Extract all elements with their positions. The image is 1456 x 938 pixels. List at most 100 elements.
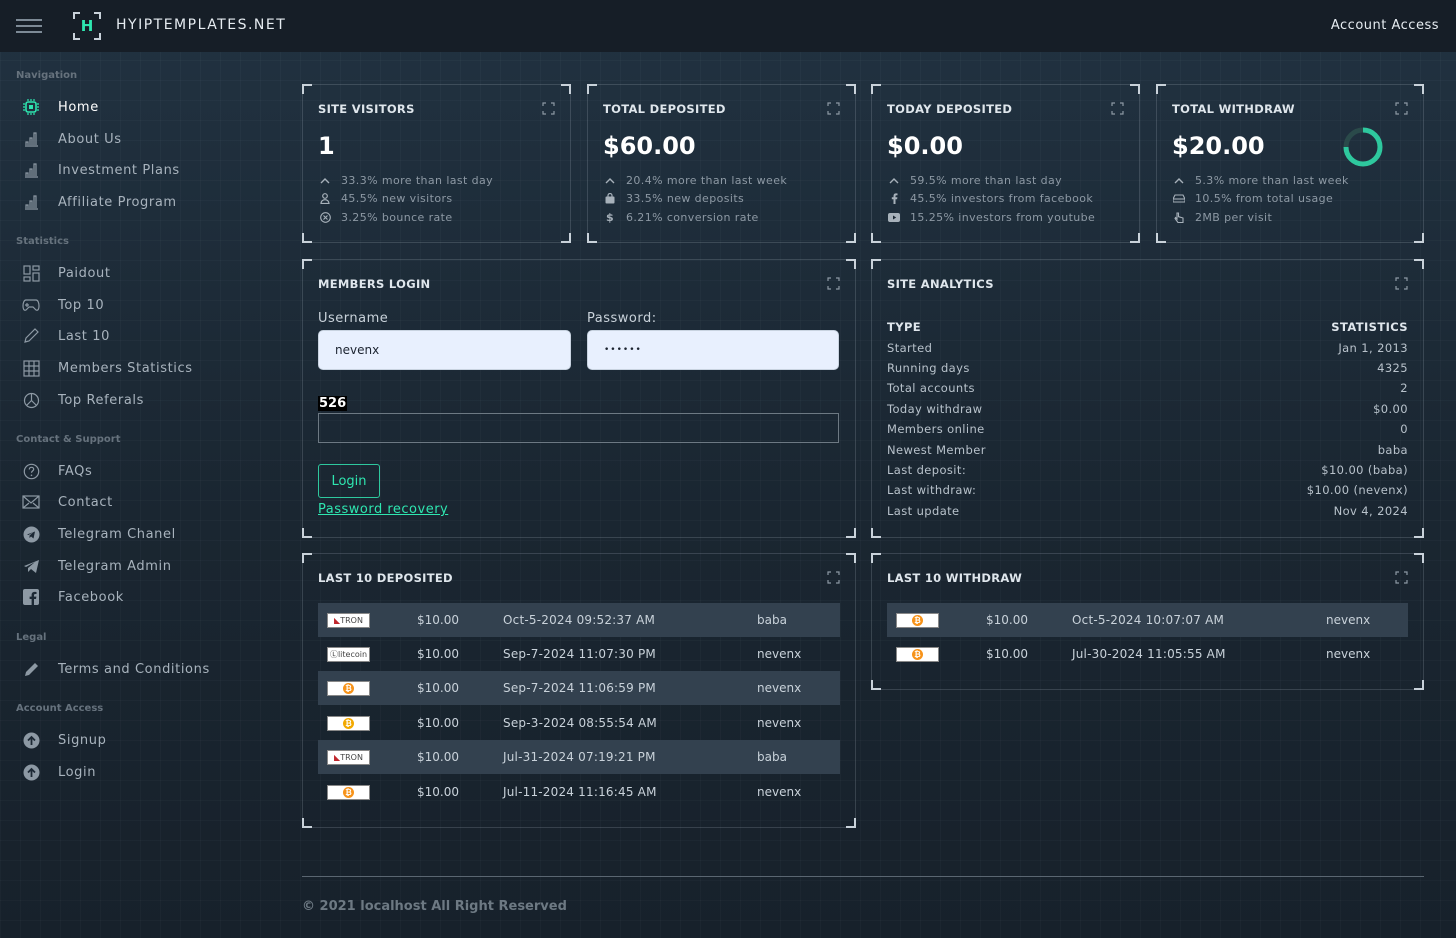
- bar-chart-icon: [20, 129, 42, 149]
- tron-logo: ◣ TRON: [327, 750, 370, 765]
- stat-line: 45.5% investors from facebook: [887, 192, 1093, 205]
- menu-toggle-icon[interactable]: [16, 19, 42, 33]
- sidebar-item-telegram-chanel[interactable]: Telegram Chanel: [20, 522, 176, 546]
- last-withdraws-card: LAST 10 WITHDRAW ₿ $10.00 Oct-5-2024 10:…: [871, 553, 1424, 690]
- sidebar-item-terms[interactable]: Terms and Conditions: [20, 657, 210, 681]
- sidebar-item-top-10[interactable]: Top 10: [20, 293, 104, 317]
- password-label: Password:: [587, 311, 657, 326]
- table-row: ₿ $10.00 Sep-7-2024 11:06:59 PM nevenx: [318, 671, 840, 705]
- card-title: TODAY DEPOSITED: [887, 102, 1013, 116]
- site-analytics-card: SITE ANALYTICS TYPE STATISTICS Started Jan…: [871, 259, 1424, 538]
- members-login-card: MEMBERS LOGIN Username nevenx Password: …: [302, 259, 856, 538]
- account-access-link[interactable]: Account Access: [1331, 18, 1439, 33]
- sidebar-item-contact[interactable]: Contact: [20, 490, 113, 514]
- chevron-up-icon: [603, 177, 617, 184]
- sidebar-item-paidout[interactable]: Paidout: [20, 261, 111, 285]
- logo[interactable]: H: [73, 12, 101, 40]
- analytics-row: Running days 4325: [887, 361, 1408, 375]
- password-input[interactable]: ••••••: [587, 330, 839, 370]
- section-account-access: Account Access: [16, 703, 104, 714]
- litecoin-logo: Ⓛlitecoin: [327, 647, 370, 662]
- table-row: ₿ $10.00 Sep-3-2024 08:55:54 AM nevenx: [318, 706, 840, 740]
- stat-card-today-deposited: TODAY DEPOSITED $0.00 59.5% more than la…: [871, 84, 1140, 243]
- expand-icon[interactable]: [827, 571, 840, 584]
- last-deposits-card: LAST 10 DEPOSITED ◣ TRON $10.00 Oct-5-202…: [302, 553, 856, 828]
- dollar-icon: $: [605, 211, 615, 224]
- card-title: SITE VISITORS: [318, 102, 415, 116]
- bar-chart-icon: [20, 160, 42, 180]
- card-title: LAST 10 WITHDRAW: [887, 571, 1023, 585]
- expand-icon[interactable]: [1395, 102, 1408, 115]
- login-button[interactable]: Login: [318, 464, 380, 498]
- brand-name[interactable]: HYIPTEMPLATES.NET: [116, 17, 286, 33]
- stat-line: 3.25% bounce rate: [318, 211, 453, 224]
- gamepad-icon: [20, 295, 42, 315]
- stat-line: 33.5% new deposits: [603, 192, 744, 205]
- bar-chart-icon: [20, 192, 42, 212]
- sidebar-item-investment-plans[interactable]: Investment Plans: [20, 158, 180, 182]
- stat-line: 33.3% more than last day: [318, 174, 493, 187]
- expand-icon[interactable]: [827, 102, 840, 115]
- sidebar-item-faqs[interactable]: FAQs: [20, 459, 92, 483]
- table-row: Ⓛlitecoin $10.00 Sep-7-2024 11:07:30 PM …: [318, 637, 840, 671]
- stat-value: $60.00: [603, 132, 696, 160]
- stat-value: 1: [318, 132, 335, 160]
- analytics-row: Members online 0: [887, 422, 1408, 436]
- chevron-up-icon: [318, 177, 332, 184]
- send-icon: [20, 556, 42, 576]
- sidebar-item-members-statistics[interactable]: Members Statistics: [20, 356, 193, 380]
- x-circle-icon: [318, 212, 332, 223]
- chevron-up-icon: [1172, 177, 1186, 184]
- sidebar-item-about-us[interactable]: About Us: [20, 127, 122, 151]
- expand-icon[interactable]: [1395, 277, 1408, 290]
- facebook-icon: [20, 587, 42, 607]
- stat-card-site-visitors: SITE VISITORS 1 33.3% more than last day…: [302, 84, 571, 243]
- bitcoin-logo: ₿: [327, 681, 370, 696]
- analytics-row: Today withdraw $0.00: [887, 402, 1408, 416]
- section-legal: Legal: [16, 632, 47, 643]
- username-label: Username: [318, 311, 389, 326]
- expand-icon[interactable]: [827, 277, 840, 290]
- stat-line: 5.3% more than last week: [1172, 174, 1349, 187]
- bitcoin-logo: ₿: [327, 785, 370, 800]
- telegram-icon: [20, 524, 42, 544]
- expand-icon[interactable]: [542, 102, 555, 115]
- sidebar-item-telegram-admin[interactable]: Telegram Admin: [20, 554, 172, 578]
- stat-line: 2MB per visit: [1172, 211, 1272, 224]
- table-row: ◣ TRON $10.00 Oct-5-2024 09:52:37 AM baba: [318, 603, 840, 637]
- expand-icon[interactable]: [1111, 102, 1124, 115]
- card-title: TOTAL WITHDRAW: [1172, 102, 1295, 116]
- stat-card-total-deposited: TOTAL DEPOSITED $60.00 20.4% more than l…: [587, 84, 856, 243]
- username-input[interactable]: nevenx: [318, 330, 571, 370]
- sidebar-item-home[interactable]: Home: [20, 95, 99, 119]
- card-title: TOTAL DEPOSITED: [603, 102, 726, 116]
- table-row: ₿ $10.00 Jul-11-2024 11:16:45 AM nevenx: [318, 775, 840, 809]
- table-row: ₿ $10.00 Oct-5-2024 10:07:07 AM nevenx: [887, 603, 1408, 637]
- sidebar-item-login[interactable]: Login: [20, 760, 96, 784]
- expand-icon[interactable]: [1395, 571, 1408, 584]
- analytics-row: Last deposit: $10.00 (baba): [887, 463, 1408, 477]
- section-statistics: Statistics: [16, 236, 69, 247]
- sidebar-item-top-referals[interactable]: Top Referals: [20, 388, 144, 412]
- pencil-icon: [20, 326, 42, 346]
- sidebar-item-affiliate-program[interactable]: Affiliate Program: [20, 190, 177, 214]
- stat-line: $6.21% conversion rate: [603, 211, 759, 224]
- arrow-up-circle-icon: [20, 730, 42, 750]
- tron-logo: ◣ TRON: [327, 613, 370, 628]
- sidebar-item-signup[interactable]: Signup: [20, 728, 106, 752]
- captcha-image: 526: [318, 396, 348, 411]
- sidebar-item-last-10[interactable]: Last 10: [20, 324, 110, 348]
- stat-line: 10.5% from total usage: [1172, 192, 1333, 205]
- stat-line: 15.25% investors from youtube: [887, 211, 1095, 224]
- chevron-up-icon: [887, 177, 901, 184]
- captcha-input[interactable]: [318, 413, 839, 443]
- chip-icon: [20, 97, 42, 117]
- section-contact-support: Contact & Support: [16, 434, 121, 445]
- bag-icon: [603, 193, 617, 204]
- drive-icon: [1172, 194, 1186, 203]
- stat-value: $0.00: [887, 132, 963, 160]
- sidebar-item-facebook[interactable]: Facebook: [20, 585, 124, 609]
- pointer-icon: [1172, 212, 1186, 223]
- pie-icon: [20, 390, 42, 410]
- password-recovery-link[interactable]: Password recovery: [318, 502, 448, 517]
